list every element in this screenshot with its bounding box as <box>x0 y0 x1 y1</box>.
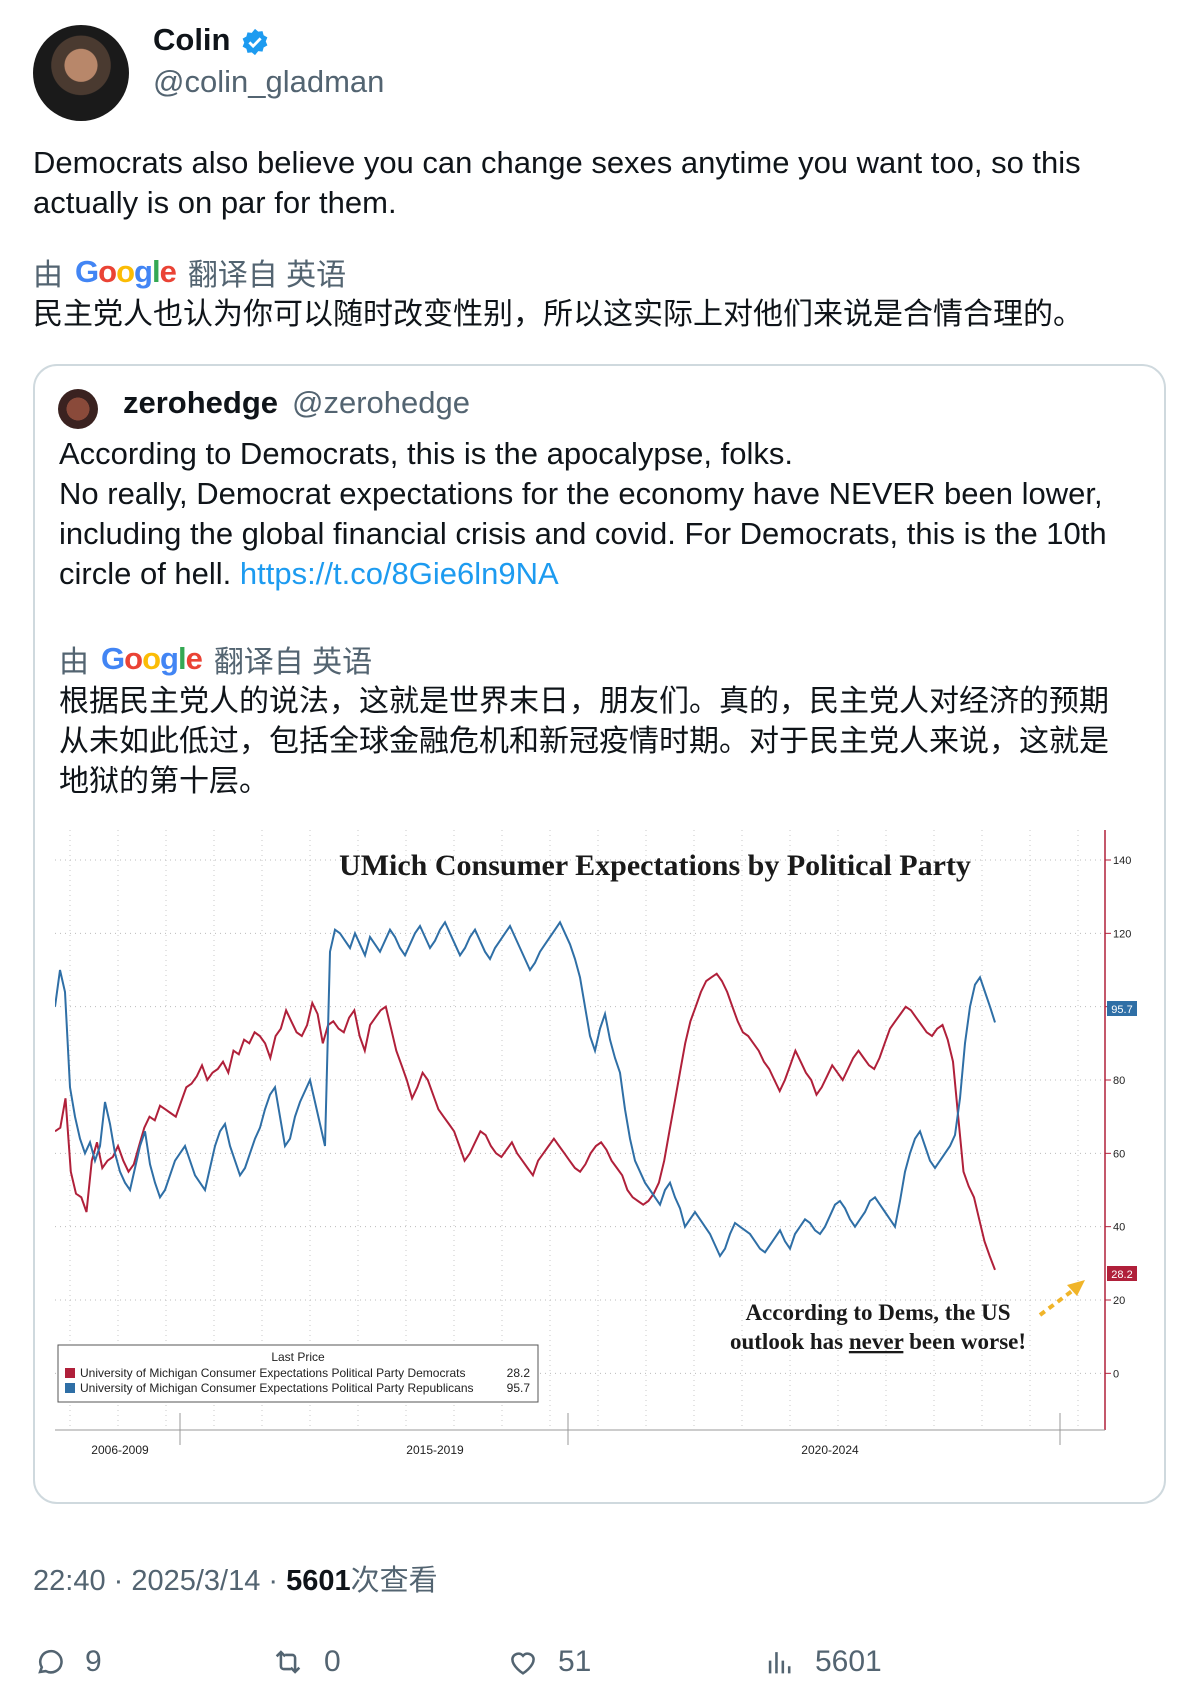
author-handle[interactable]: @colin_gladman <box>153 64 384 100</box>
y-tick-label: 40 <box>1113 1222 1125 1234</box>
views-label: 次查看 <box>350 1565 438 1597</box>
legend-label-republicans: University of Michigan Consumer Expectat… <box>80 1381 474 1395</box>
period-label-1: 2006-2009 <box>91 1443 149 1457</box>
like-button[interactable]: 51 <box>506 1645 591 1679</box>
y-tick-label: 20 <box>1113 1295 1125 1307</box>
quoted-author-handle[interactable]: @zerohedge <box>292 385 470 421</box>
author-avatar[interactable] <box>33 25 129 121</box>
tweet-translation: 民主党人也认为你可以随时改变性别，所以这实际上对他们来说是合情合理的。 <box>33 298 1083 331</box>
chart-title: UMich Consumer Expectations by Political… <box>339 849 971 882</box>
retweet-icon <box>275 1650 301 1674</box>
translation-suffix: 翻译自 英语 <box>187 259 347 292</box>
retweet-button[interactable]: 0 <box>270 1645 341 1679</box>
y-tick-label: 60 <box>1113 1148 1125 1160</box>
views-button[interactable]: 5601 <box>763 1645 882 1679</box>
tweet-time[interactable]: 22:40 <box>33 1565 106 1597</box>
quoted-tweet-link[interactable]: https://t.co/8Gie6ln9NA <box>240 556 559 591</box>
retweet-count: 0 <box>324 1645 341 1678</box>
democrats-last-value: 28.2 <box>1111 1269 1132 1281</box>
translation-prefix: 由 <box>33 259 63 292</box>
quoted-tweet-text: According to Democrats, this is the apoc… <box>59 434 1149 594</box>
like-count: 51 <box>558 1645 592 1678</box>
quoted-text-line2: No really, Democrat expectations for the… <box>59 476 1107 591</box>
umich-expectations-chart[interactable]: 020406080100120140 UMich Consumer Expect… <box>55 830 1145 1470</box>
legend-label-democrats: University of Michigan Consumer Expectat… <box>80 1366 465 1380</box>
view-count: 5601 <box>286 1565 351 1597</box>
legend-value-democrats: 28.2 <box>507 1366 531 1380</box>
period-label-2: 2015-2019 <box>406 1443 464 1457</box>
republicans-last-value: 95.7 <box>1111 1004 1132 1016</box>
annotation-line2: outlook has never been worse! <box>730 1329 1026 1354</box>
heart-icon <box>511 1652 535 1675</box>
views-action-count: 5601 <box>815 1645 882 1678</box>
tweet-date[interactable]: 2025/3/14 <box>131 1565 260 1597</box>
quoted-author-name[interactable]: zerohedge <box>123 385 278 421</box>
legend-swatch-republicans <box>65 1383 75 1393</box>
google-logo: Google <box>75 254 177 289</box>
quoted-tweet-translation: 根据民主党人的说法，这就是世界末日，朋友们。真的，民主党人对经济的预期从未如此低… <box>59 685 1109 798</box>
reply-button[interactable]: 9 <box>33 1645 102 1679</box>
quoted-translation-attribution: 由 Google 翻译自 英语 <box>59 637 372 681</box>
author-name[interactable]: Colin <box>153 22 231 58</box>
legend-swatch-democrats <box>65 1368 75 1378</box>
period-label-3: 2020-2024 <box>801 1443 859 1457</box>
tweet-text: Democrats also believe you can change se… <box>33 145 1081 220</box>
y-tick-label: 80 <box>1113 1075 1125 1087</box>
y-tick-label: 120 <box>1113 928 1131 940</box>
quoted-author-avatar[interactable] <box>58 389 98 429</box>
y-tick-label: 140 <box>1113 855 1131 867</box>
quoted-translation-suffix: 翻译自 英语 <box>213 646 373 679</box>
tweet-meta: 22:40 · 2025/3/14 · 5601次查看 <box>33 1565 438 1597</box>
google-logo: Google <box>101 641 203 676</box>
legend-value-republicans: 95.7 <box>507 1381 531 1395</box>
quoted-text-line1: According to Democrats, this is the apoc… <box>59 436 793 471</box>
quoted-translation-prefix: 由 <box>59 646 89 679</box>
reply-count: 9 <box>85 1645 102 1678</box>
analytics-icon <box>768 1652 791 1674</box>
translation-attribution: 由 Google 翻译自 英语 <box>33 250 346 294</box>
y-tick-label: 0 <box>1113 1368 1119 1380</box>
annotation-line1: According to Dems, the US <box>745 1300 1010 1325</box>
verified-badge-icon <box>242 28 268 56</box>
legend-header: Last Price <box>271 1350 325 1364</box>
reply-icon <box>38 1649 63 1674</box>
